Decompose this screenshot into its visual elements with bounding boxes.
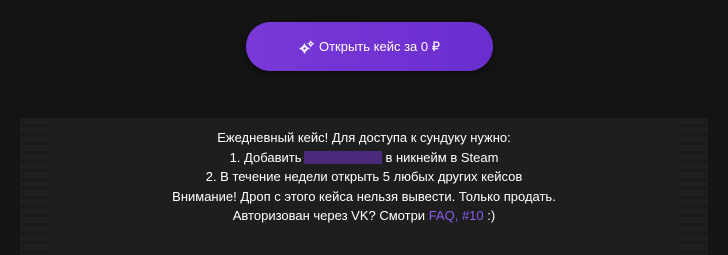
- case-info-panel: Ежедневный кейс! Для доступа к сундуку н…: [20, 118, 708, 255]
- info-line-requirements: Ежедневный кейс! Для доступа к сундуку н…: [217, 130, 511, 145]
- info-line-step-2: 2. В течение недели открыть 5 любых друг…: [205, 169, 523, 184]
- faq-link[interactable]: FAQ,: [429, 208, 459, 223]
- gears-icon: [299, 40, 315, 54]
- step-1-prefix: 1. Добавить: [229, 149, 302, 165]
- info-line-warning: Внимание! Дроп с этого кейса нельзя выве…: [172, 188, 556, 204]
- vk-prefix: Авторизован через VK? Смотри: [232, 208, 426, 223]
- redacted-nickname: [304, 150, 383, 164]
- open-case-button[interactable]: Открыть кейс за 0 ₽: [246, 22, 493, 71]
- info-line-vk: Авторизован через VK? Смотри FAQ, #10 :): [42, 206, 686, 226]
- step-1-suffix: в никнейм в Steam: [385, 149, 499, 165]
- info-line-step-1: 1. Добавить в никнейм в Steam: [42, 148, 686, 168]
- open-case-label: Открыть кейс за 0 ₽: [318, 38, 441, 54]
- faq-item-10-link[interactable]: #10: [462, 208, 484, 223]
- vk-suffix: :): [487, 208, 496, 223]
- case-info-text: Ежедневный кейс! Для доступа к сундуку н…: [42, 128, 686, 226]
